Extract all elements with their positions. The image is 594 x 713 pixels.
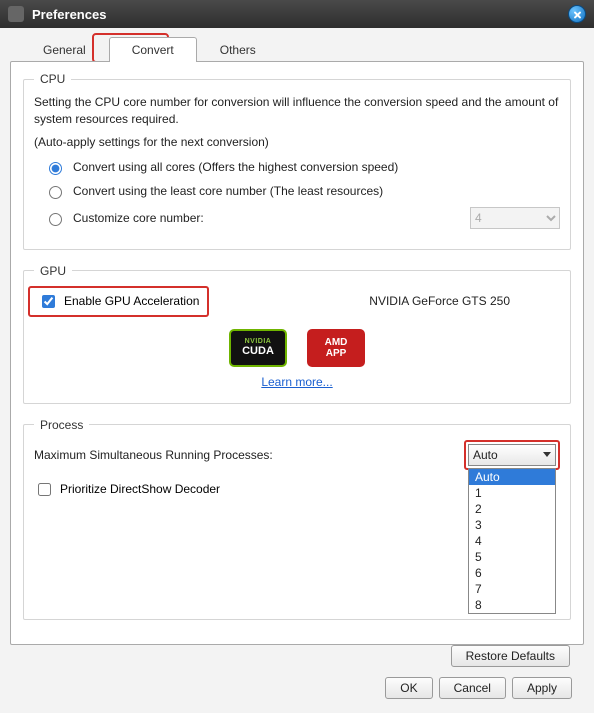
app-icon bbox=[8, 6, 24, 22]
tab-general[interactable]: General bbox=[20, 37, 109, 62]
restore-defaults-button[interactable]: Restore Defaults bbox=[451, 645, 570, 667]
restore-row: Restore Defaults bbox=[10, 645, 584, 671]
cpu-opt-least-cores[interactable]: Convert using the least core number (The… bbox=[44, 183, 560, 199]
cpu-legend: CPU bbox=[34, 72, 71, 86]
radio-customize-label: Customize core number: bbox=[73, 211, 204, 225]
radio-least-cores-label: Convert using the least core number (The… bbox=[73, 184, 383, 198]
cancel-button[interactable]: Cancel bbox=[439, 677, 506, 699]
dropdown-item-auto[interactable]: Auto bbox=[469, 469, 555, 485]
tab-convert[interactable]: Convert bbox=[109, 37, 197, 62]
tab-bar: General Convert Others bbox=[20, 36, 584, 61]
close-button[interactable] bbox=[568, 5, 586, 23]
radio-least-cores[interactable] bbox=[49, 186, 62, 199]
dialog-body: General Convert Others CPU Setting the C… bbox=[0, 28, 594, 713]
process-group: Process Maximum Simultaneous Running Pro… bbox=[23, 418, 571, 620]
window-title: Preferences bbox=[32, 7, 568, 22]
chevron-down-icon bbox=[543, 452, 551, 457]
checkbox-enable-gpu[interactable] bbox=[42, 295, 55, 308]
tab-panel: CPU Setting the CPU core number for conv… bbox=[10, 61, 584, 645]
dropdown-item-3[interactable]: 3 bbox=[469, 517, 555, 533]
gpu-device-name: NVIDIA GeForce GTS 250 bbox=[369, 294, 510, 308]
apply-button[interactable]: Apply bbox=[512, 677, 572, 699]
max-processes-combo-wrap: Auto Auto 1 2 3 4 5 6 7 8 bbox=[464, 440, 560, 470]
dropdown-item-7[interactable]: 7 bbox=[469, 581, 555, 597]
cpu-group: CPU Setting the CPU core number for conv… bbox=[23, 72, 571, 250]
gpu-group: GPU Enable GPU Acceleration NVIDIA GeFor… bbox=[23, 264, 571, 404]
cpu-note: (Auto-apply settings for the next conver… bbox=[34, 135, 560, 149]
max-processes-combo[interactable]: Auto bbox=[468, 444, 556, 466]
radio-customize-cores[interactable] bbox=[49, 213, 62, 226]
dropdown-item-4[interactable]: 4 bbox=[469, 533, 555, 549]
cpu-description: Setting the CPU core number for conversi… bbox=[34, 94, 560, 129]
titlebar: Preferences bbox=[0, 0, 594, 28]
gpu-badges: NVIDIA CUDA AMD APP bbox=[34, 329, 560, 367]
directshow-label: Prioritize DirectShow Decoder bbox=[60, 482, 220, 496]
nvidia-cuda-badge: NVIDIA CUDA bbox=[229, 329, 287, 367]
learn-more-link[interactable]: Learn more... bbox=[261, 375, 332, 389]
gpu-learn-more-row: Learn more... bbox=[34, 373, 560, 391]
amd-app-badge: AMD APP bbox=[307, 329, 365, 367]
dropdown-item-1[interactable]: 1 bbox=[469, 485, 555, 501]
gpu-legend: GPU bbox=[34, 264, 72, 278]
gpu-enable-row[interactable]: Enable GPU Acceleration bbox=[28, 286, 209, 317]
max-processes-label: Maximum Simultaneous Running Processes: bbox=[34, 448, 464, 462]
core-number-select[interactable]: 4 bbox=[470, 207, 560, 229]
tab-others[interactable]: Others bbox=[197, 37, 279, 62]
radio-all-cores-label: Convert using all cores (Offers the high… bbox=[73, 160, 398, 174]
ok-button[interactable]: OK bbox=[385, 677, 432, 699]
dialog-footer: OK Cancel Apply bbox=[10, 671, 584, 709]
dropdown-item-8[interactable]: 8 bbox=[469, 597, 555, 613]
max-processes-value: Auto bbox=[473, 448, 498, 462]
gpu-enable-label: Enable GPU Acceleration bbox=[64, 294, 199, 308]
dropdown-item-2[interactable]: 2 bbox=[469, 501, 555, 517]
checkbox-directshow[interactable] bbox=[38, 483, 51, 496]
max-processes-dropdown: Auto 1 2 3 4 5 6 7 8 bbox=[468, 468, 556, 614]
radio-all-cores[interactable] bbox=[49, 162, 62, 175]
dropdown-item-5[interactable]: 5 bbox=[469, 549, 555, 565]
process-legend: Process bbox=[34, 418, 89, 432]
cpu-opt-all-cores[interactable]: Convert using all cores (Offers the high… bbox=[44, 159, 560, 175]
max-processes-row: Maximum Simultaneous Running Processes: … bbox=[34, 440, 560, 470]
cpu-opt-customize: Customize core number: 4 bbox=[44, 207, 560, 229]
dropdown-item-6[interactable]: 6 bbox=[469, 565, 555, 581]
